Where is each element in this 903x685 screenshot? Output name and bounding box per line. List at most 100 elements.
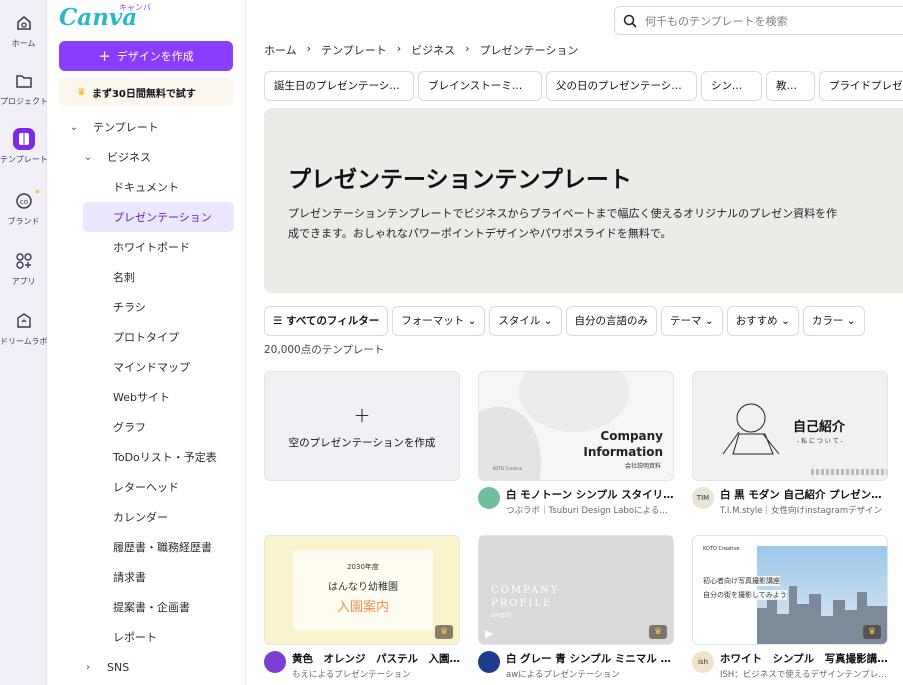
sidebar-tree-item[interactable]: マインドマップ	[47, 352, 245, 382]
chip-education[interactable]: 教育版	[766, 71, 815, 101]
rail-home[interactable]: ホーム	[0, 12, 47, 49]
sidebar-tree-item[interactable]: プロトタイプ	[47, 322, 245, 352]
card-title: 黄色 オレンジ パステル 入園案内 プレゼンテーション	[292, 653, 460, 665]
breadcrumb-templates[interactable]: テンプレート	[321, 42, 387, 58]
sidebar-tree-item[interactable]: 名刺	[47, 262, 245, 292]
card-author[interactable]: T.I.M.style｜女性向けinstagramデザイン	[720, 504, 888, 516]
template-icon	[12, 128, 35, 150]
chevron-right-icon: ›	[396, 42, 402, 55]
sidebar-tree-item[interactable]: › SNS	[47, 652, 245, 682]
thumb-brand: KOTO Creative	[493, 466, 523, 471]
chevron-down-icon[interactable]: ⌄	[67, 122, 81, 133]
rail-templates-label: テンプレート	[0, 155, 47, 164]
nav-rail: ホーム プロジェクト テンプレート ♛ co ブランド アプリ ドリームラボ	[0, 0, 47, 685]
sidebar-tree-item[interactable]: 請求書	[47, 562, 245, 592]
chevron-down-icon: ⌄	[781, 315, 790, 327]
sidebar-tree-label: カレンダー	[113, 511, 168, 524]
avatar: TIM	[692, 487, 714, 509]
sidebar-tree-label: レポート	[113, 631, 157, 644]
sidebar-tree-item[interactable]: プレゼンテーション	[83, 202, 234, 232]
sidebar-tree-item[interactable]: ⌄ ビジネス	[47, 142, 245, 172]
blank-card-label: 空のプレゼンテーションを作成	[288, 436, 436, 449]
page-description: プレゼンテーションテンプレートでビジネスからプライベートまで幅広く使えるオリジナ…	[288, 207, 838, 240]
sidebar-tree-label: 履歴書・職務経歴書	[113, 541, 212, 554]
sidebar-tree-label: 提案書・企画書	[113, 601, 190, 614]
avatar	[478, 651, 500, 673]
sidebar-tree-item[interactable]: レターヘッド	[47, 472, 245, 502]
rail-brand-label: ブランド	[7, 217, 40, 226]
template-thumbnail: COMPANY PROFILE 会社案内 ▶ ♛	[478, 535, 674, 645]
filter-my-language-label: 自分の言語のみ	[574, 315, 649, 327]
sidebar-tree-item[interactable]: グラフ	[47, 412, 245, 442]
sidebar-tree-item[interactable]: ToDoリスト・予定表	[47, 442, 245, 472]
sidebar-tree-item[interactable]: 履歴書・職務経歴書	[47, 532, 245, 562]
card-author[interactable]: もえによるプレゼンテーション	[292, 668, 460, 680]
sidebar-tree-label: SNS	[107, 660, 130, 674]
rail-brand[interactable]: ♛ co ブランド	[0, 190, 47, 227]
sidebar-tree-label: 名刺	[113, 271, 135, 284]
sidebar-tree-label: グラフ	[113, 421, 146, 434]
thumb-subtitle: 会社案内	[491, 613, 512, 619]
rail-apps[interactable]: アプリ	[0, 250, 47, 287]
sidebar-tree-item[interactable]: レポート	[47, 622, 245, 652]
chip-brainstorming[interactable]: ブレインストーミング	[418, 71, 542, 101]
template-card[interactable]: COMPANY PROFILE 会社案内 ▶ ♛ 白 グレー 青 シンプル ミニ…	[478, 535, 674, 680]
chevron-down-icon: ⌄	[846, 315, 856, 327]
sidebar-tree-label: ToDoリスト・予定表	[113, 451, 217, 464]
free-trial-button[interactable]: ♛ まず30日間無料で試す	[59, 78, 233, 106]
template-card[interactable]: 自己紹介 - 私 に つ い て - TIM 白 黒 モダン 自己紹介 プレゼン…	[692, 371, 888, 516]
sidebar-tree-label: チラシ	[113, 301, 146, 314]
breadcrumb-business[interactable]: ビジネス	[411, 42, 455, 58]
filter-theme[interactable]: テーマ ⌄	[661, 306, 723, 336]
sidebar-tree-item[interactable]: Webサイト	[47, 382, 245, 412]
plus-icon: +	[98, 47, 111, 65]
svg-text:co: co	[19, 198, 27, 206]
sidebar-tree-item[interactable]: カレンダー	[47, 502, 245, 532]
template-card[interactable]: Company Information 会社説明資料 KOTO Creative…	[478, 371, 674, 516]
rail-templates[interactable]: テンプレート	[0, 128, 47, 165]
avatar	[264, 651, 286, 673]
page-title: プレゼンテーションテンプレート	[288, 167, 632, 193]
filter-my-language[interactable]: 自分の言語のみ	[565, 306, 658, 336]
dream-lab-icon	[16, 313, 31, 328]
rail-dream-lab[interactable]: ドリームラボ	[0, 310, 47, 347]
chip-simple[interactable]: シンプル	[701, 71, 762, 101]
template-count: 20,000点のテンプレート	[264, 344, 385, 356]
folder-icon	[15, 75, 32, 88]
rail-home-label: ホーム	[11, 39, 36, 48]
search-input[interactable]: 何千ものテンプレートを検索	[614, 6, 903, 35]
breadcrumb-home[interactable]: ホーム	[264, 42, 297, 58]
template-card[interactable]: KOTO Creative 初心者向け写真撮影講座 自分の街を撮影してみよう ♛…	[692, 535, 888, 680]
card-author[interactable]: awによるプレゼンテーション	[506, 668, 674, 680]
sidebar-tree-item[interactable]: チラシ	[47, 292, 245, 322]
rail-projects[interactable]: プロジェクト	[0, 70, 47, 107]
filter-format[interactable]: フォーマット ⌄	[392, 306, 486, 336]
hero-banner: プレゼンテーションテンプレート プレゼンテーションテンプレートでビジネスからプラ…	[264, 108, 903, 293]
chip-fathers-day[interactable]: 父の日のプレゼンテーション	[546, 71, 697, 101]
card-author[interactable]: つぶラボ｜Tsuburi Design Laboによるプレゼンテーション	[506, 504, 674, 516]
chevron-down-icon[interactable]: ⌄	[81, 152, 95, 163]
card-author[interactable]: ISH：ビジネスで使えるデザインテンプレート	[720, 668, 888, 680]
filter-color[interactable]: カラー ⌄	[802, 306, 865, 336]
sidebar-tree-label: プレゼンテーション	[113, 211, 212, 224]
sidebar-tree-item[interactable]: 提案書・企画書	[47, 592, 245, 622]
sidebar-tree-label: ドキュメント	[113, 181, 179, 194]
sidebar-tree-item[interactable]: ホワイトボード	[47, 232, 245, 262]
all-filters-button[interactable]: ☰ すべてのフィルター	[264, 306, 389, 336]
suggestion-chips: 誕生日のプレゼンテーション ブレインストーミング 父の日のプレゼンテーション シンプル…	[264, 71, 903, 101]
blank-presentation-card[interactable]: + 空のプレゼンテーションを作成	[264, 371, 460, 481]
thumb-title: COMPANY PROFILE	[491, 585, 560, 609]
search-icon	[623, 14, 637, 28]
sidebar-tree-item[interactable]: ドキュメント	[47, 172, 245, 202]
chevron-right-icon[interactable]: ›	[81, 662, 95, 673]
chip-birthday[interactable]: 誕生日のプレゼンテーション	[264, 71, 414, 101]
filter-recommended[interactable]: おすすめ ⌄	[726, 306, 799, 336]
sidebar-tree-item[interactable]: ⌄ テンプレート	[47, 112, 245, 142]
card-title: 白 黒 モダン 自己紹介 プレゼンテーション	[720, 489, 888, 501]
thumb-title: 入園案内	[336, 600, 389, 615]
chip-pride[interactable]: プライドプレゼンテーション	[819, 71, 903, 101]
template-card[interactable]: 2030年度 はんなり幼稚園 入園案内 ♛ 黄色 オレンジ パステル 入園案内 …	[264, 535, 460, 680]
filter-sliders-icon: ☰	[273, 315, 283, 327]
create-design-button[interactable]: + デザインを作成	[59, 41, 233, 71]
filter-style[interactable]: スタイル ⌄	[489, 306, 562, 336]
